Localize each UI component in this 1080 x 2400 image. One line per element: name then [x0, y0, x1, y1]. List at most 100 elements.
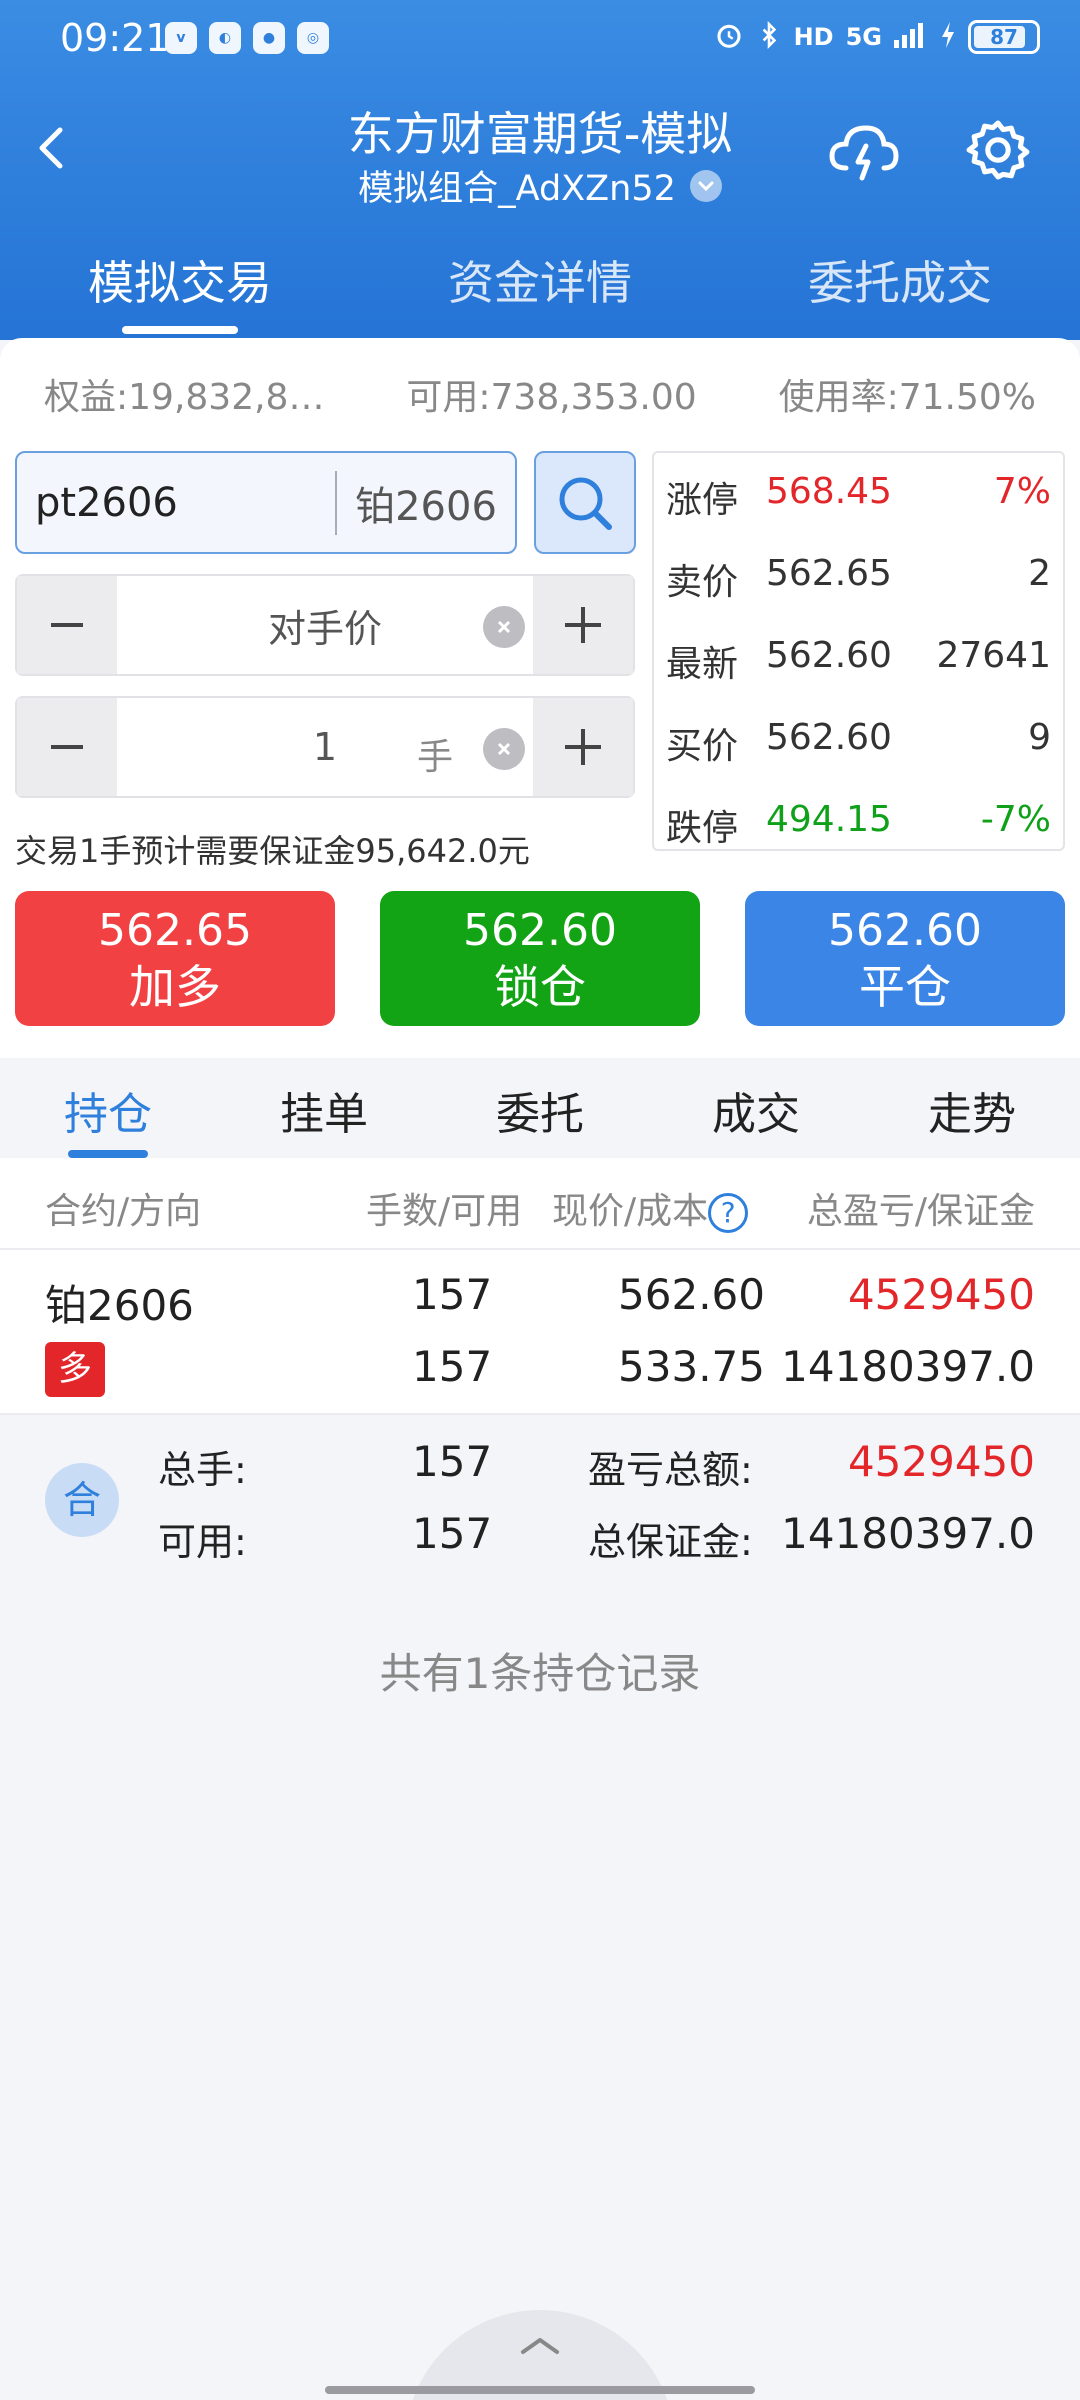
- table-row[interactable]: 铂2606 多 157 157 562.60 533.75 4529450 14…: [0, 1250, 1080, 1415]
- contract-code-input[interactable]: [17, 479, 335, 526]
- clear-price-icon[interactable]: [483, 606, 525, 648]
- record-count-note: 共有1条持仓记录: [379, 1649, 701, 1698]
- close-position-button[interactable]: 562.60 平仓: [745, 891, 1065, 1026]
- available-funds: 可用:738,353.00: [406, 377, 697, 418]
- total-pnl-value: 4529450: [847, 1437, 1035, 1486]
- price-increase-button[interactable]: [533, 576, 633, 674]
- close-price: 562.60: [828, 905, 982, 956]
- equity-value: 权益:19,832,8…: [44, 377, 325, 418]
- notification-icons: v ◐ ● ◎: [165, 22, 329, 54]
- lock-price: 562.60: [463, 905, 617, 956]
- system-gesture-bar[interactable]: [325, 2386, 755, 2394]
- vivo-app-icon: v: [165, 22, 197, 54]
- buy-long-price: 562.65: [98, 905, 252, 956]
- quantity-field[interactable]: 1 手: [117, 698, 533, 796]
- quote-panel: 涨停 568.45 7% 卖价 562.65 2 最新 562.60 27641…: [652, 451, 1065, 851]
- quote-label: 跌停: [666, 808, 739, 849]
- quantity-stepper: 1 手: [15, 696, 635, 798]
- quote-ask[interactable]: 卖价 562.65 2: [654, 535, 1063, 615]
- direction-badge: 多: [45, 1342, 105, 1397]
- position-pnl: 4529450: [847, 1270, 1035, 1319]
- header-pnl-margin: 总盈亏/保证金: [806, 1191, 1035, 1232]
- quote-price: 562.65: [766, 553, 892, 594]
- tab-trend[interactable]: 走势: [864, 1058, 1080, 1158]
- app-header: 09:21 v ◐ ● ◎ HD 5G 87 东方财富期货-模拟 模拟组合_Ad…: [0, 0, 1080, 340]
- message-app-icon: ●: [253, 22, 285, 54]
- quantity-value: 1: [312, 725, 338, 769]
- chevron-up-icon: [521, 2338, 559, 2354]
- status-time: 09:21: [60, 16, 170, 60]
- quote-limit-down: 跌停 494.15 -7%: [654, 781, 1063, 861]
- tab-simulated-trade[interactable]: 模拟交易: [0, 245, 360, 340]
- contract-code-field[interactable]: 铂2606: [15, 451, 517, 554]
- settings-button[interactable]: [964, 116, 1032, 184]
- total-available-value: 157: [412, 1509, 493, 1558]
- cloud-sync-button[interactable]: [826, 116, 902, 186]
- clear-quantity-icon[interactable]: [483, 728, 525, 770]
- quantity-increase-button[interactable]: [533, 698, 633, 796]
- quote-value: -7%: [980, 799, 1051, 840]
- buy-long-button[interactable]: 562.65 加多: [15, 891, 335, 1026]
- quote-bid[interactable]: 买价 562.60 9: [654, 699, 1063, 779]
- quote-last[interactable]: 最新 562.60 27641: [654, 617, 1063, 697]
- alarm-icon: [714, 20, 744, 54]
- battery-indicator: 87: [968, 20, 1040, 54]
- margin-estimate: 交易1手预计需要保证金95,642.0元: [15, 832, 530, 870]
- quantity-unit: 手: [416, 737, 453, 778]
- header-lots-available: 手数/可用: [366, 1191, 523, 1232]
- position-name: 铂2606: [45, 1281, 194, 1330]
- quote-label: 买价: [666, 726, 739, 767]
- tab-pending-orders[interactable]: 挂单: [216, 1058, 432, 1158]
- tab-orders-trades[interactable]: 委托成交: [720, 245, 1080, 340]
- position-current-price: 562.60: [618, 1270, 765, 1319]
- total-pnl-label: 盈亏总额:: [588, 1448, 753, 1492]
- price-mode-value: 对手价: [267, 606, 382, 651]
- close-label: 平仓: [859, 960, 951, 1014]
- status-right: HD 5G 87: [714, 20, 1040, 54]
- header-price-cost: 现价/成本: [552, 1191, 709, 1232]
- position-cost: 533.75: [618, 1342, 765, 1391]
- tab-fund-details[interactable]: 资金详情: [360, 245, 720, 340]
- minus-icon: [51, 623, 83, 627]
- lock-position-button[interactable]: 562.60 锁仓: [380, 891, 700, 1026]
- minus-icon: [51, 745, 83, 749]
- contract-name: 铂2606: [355, 483, 497, 530]
- buy-long-label: 加多: [129, 960, 221, 1014]
- quote-value: 9: [1028, 717, 1051, 758]
- quote-price: 494.15: [766, 799, 892, 840]
- price-stepper: 对手价: [15, 574, 635, 676]
- account-name: 模拟组合_AdXZn52: [358, 169, 676, 209]
- search-button[interactable]: [534, 451, 636, 554]
- quote-value: 2: [1028, 553, 1051, 594]
- tab-orders[interactable]: 委托: [432, 1058, 648, 1158]
- status-bar: 09:21 v ◐ ● ◎ HD 5G 87: [0, 0, 1080, 80]
- position-margin: 14180397.0: [781, 1342, 1035, 1391]
- position-tabs: 持仓 挂单 委托 成交 走势: [0, 1058, 1080, 1158]
- hd-indicator: HD: [793, 23, 834, 51]
- page-title: 东方财富期货-模拟: [347, 107, 733, 161]
- tab-positions[interactable]: 持仓: [0, 1058, 216, 1158]
- gear-icon: [966, 120, 1030, 180]
- quantity-decrease-button[interactable]: [17, 698, 117, 796]
- help-icon[interactable]: ?: [708, 1193, 749, 1233]
- signal-icon: [894, 20, 928, 54]
- cloud-lightning-icon: [829, 125, 899, 181]
- quote-price: 562.60: [766, 635, 892, 676]
- totals-badge: 合: [45, 1463, 119, 1537]
- total-available-label: 可用:: [158, 1520, 247, 1564]
- plus-icon: [565, 729, 601, 765]
- tab-trades[interactable]: 成交: [648, 1058, 864, 1158]
- trade-panel: 权益:19,832,8… 可用:738,353.00 使用率:71.50% 铂2…: [0, 338, 1080, 1058]
- account-selector[interactable]: 模拟组合_AdXZn52: [0, 160, 1080, 211]
- lock-label: 锁仓: [494, 960, 586, 1014]
- bluetooth-icon: [756, 20, 782, 54]
- header-contract-direction: 合约/方向: [45, 1191, 202, 1232]
- account-summary: 权益:19,832,8… 可用:738,353.00 使用率:71.50%: [0, 368, 1080, 420]
- quote-value: 7%: [993, 471, 1051, 512]
- position-totals: 合 总手: 157 可用: 157 盈亏总额: 4529450 总保证金: 14…: [0, 1415, 1080, 1575]
- price-mode-field[interactable]: 对手价: [117, 576, 533, 674]
- total-margin-value: 14180397.0: [781, 1509, 1035, 1558]
- price-decrease-button[interactable]: [17, 576, 117, 674]
- position-table-header: 合约/方向 手数/可用 现价/成本? 总盈亏/保证金: [0, 1158, 1080, 1250]
- browser-app-icon: ◐: [209, 22, 241, 54]
